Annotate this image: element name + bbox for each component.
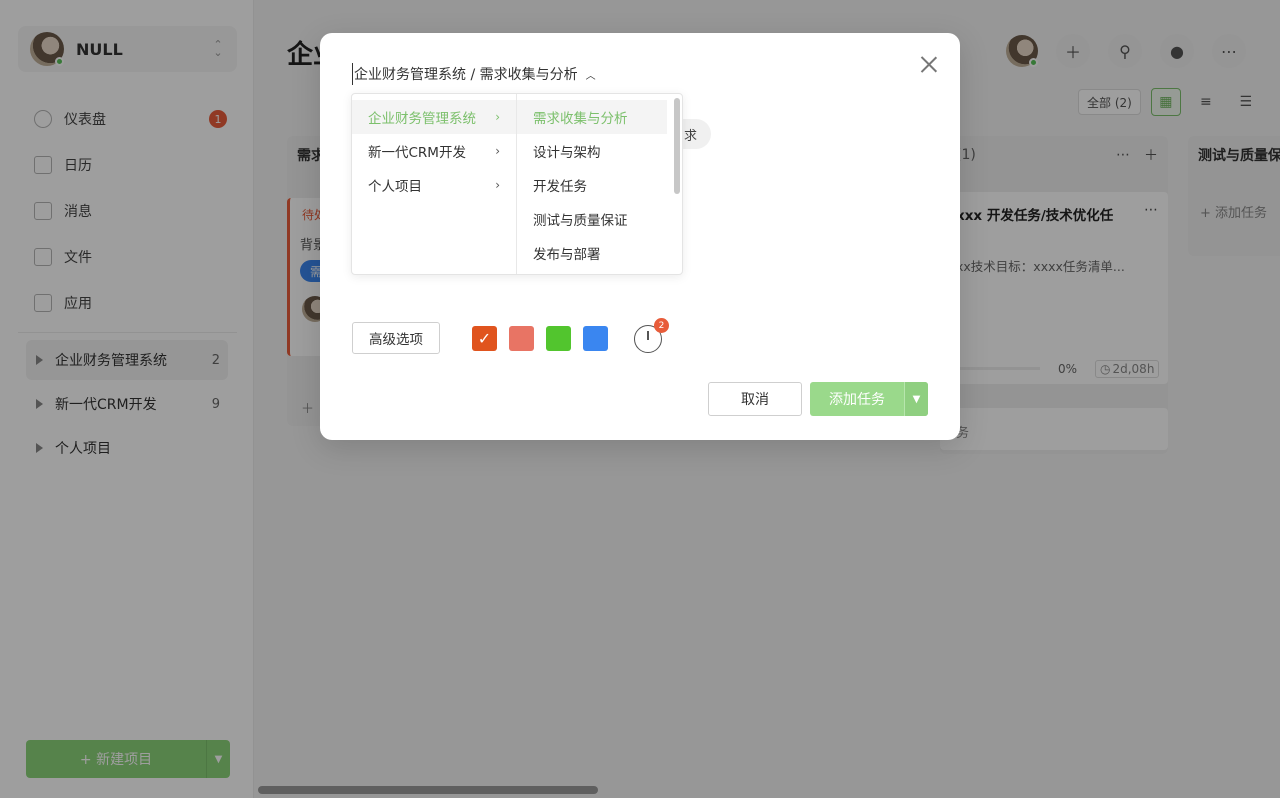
color-swatch[interactable] bbox=[509, 326, 534, 351]
cascader-scrollbar[interactable] bbox=[674, 98, 680, 194]
color-swatch[interactable] bbox=[583, 326, 608, 351]
project-path-text: 企业财务管理系统 / 需求收集与分析 bbox=[354, 67, 578, 83]
option-label: 发布与部署 bbox=[533, 247, 601, 263]
timer-hand bbox=[647, 331, 649, 340]
cascader-option[interactable]: 新一代CRM开发 › bbox=[352, 134, 516, 168]
option-label: 个人项目 bbox=[368, 179, 422, 195]
chevron-down-icon[interactable]: ▼ bbox=[904, 382, 928, 416]
cascader-option[interactable]: 个人项目 › bbox=[352, 168, 516, 202]
project-path-selector[interactable]: 企业财务管理系统 / 需求收集与分析 ︿ bbox=[352, 63, 596, 85]
cascader-option[interactable]: 开发任务 bbox=[517, 168, 667, 202]
cascader-option[interactable]: 发布与部署 bbox=[517, 236, 667, 270]
advanced-options-button[interactable]: 高级选项 bbox=[352, 322, 440, 354]
add-task-label[interactable]: 添加任务 bbox=[810, 382, 904, 416]
add-task-dialog: 企业财务管理系统 / 需求收集与分析 ︿ 求 企业财务管理系统 › 新一代CRM… bbox=[320, 33, 960, 440]
chevron-right-icon: › bbox=[495, 110, 500, 124]
cancel-button[interactable]: 取消 bbox=[708, 382, 802, 416]
cascader-option[interactable]: 设计与架构 bbox=[517, 134, 667, 168]
timer-badge: 2 bbox=[654, 318, 669, 333]
project-cascader: 企业财务管理系统 › 新一代CRM开发 › 个人项目 › 需求收集与分析 设计与… bbox=[351, 93, 683, 275]
close-icon[interactable] bbox=[920, 55, 938, 73]
chevron-right-icon: › bbox=[495, 144, 500, 158]
color-swatch[interactable] bbox=[546, 326, 571, 351]
cascader-option[interactable]: 需求收集与分析 bbox=[517, 100, 667, 134]
chevron-right-icon: › bbox=[495, 178, 500, 192]
option-label: 设计与架构 bbox=[533, 145, 601, 161]
option-label: 新一代CRM开发 bbox=[368, 145, 466, 161]
color-swatch-selected[interactable]: ✓ bbox=[472, 326, 497, 351]
chevron-up-icon: ︿ bbox=[585, 70, 596, 82]
cascader-level2: 需求收集与分析 设计与架构 开发任务 测试与质量保证 发布与部署 bbox=[517, 94, 682, 274]
option-label: 需求收集与分析 bbox=[533, 111, 628, 127]
timer-icon[interactable]: 2 bbox=[634, 318, 669, 353]
option-label: 开发任务 bbox=[533, 179, 587, 195]
option-label: 企业财务管理系统 bbox=[368, 111, 476, 127]
option-label: 测试与质量保证 bbox=[533, 213, 628, 229]
checkmark-icon: ✓ bbox=[477, 329, 492, 348]
add-task-button[interactable]: 添加任务 ▼ bbox=[810, 382, 928, 416]
cascader-option[interactable]: 企业财务管理系统 › bbox=[352, 100, 516, 134]
cascader-level1: 企业财务管理系统 › 新一代CRM开发 › 个人项目 › bbox=[352, 94, 517, 274]
cascader-option[interactable]: 测试与质量保证 bbox=[517, 202, 667, 236]
